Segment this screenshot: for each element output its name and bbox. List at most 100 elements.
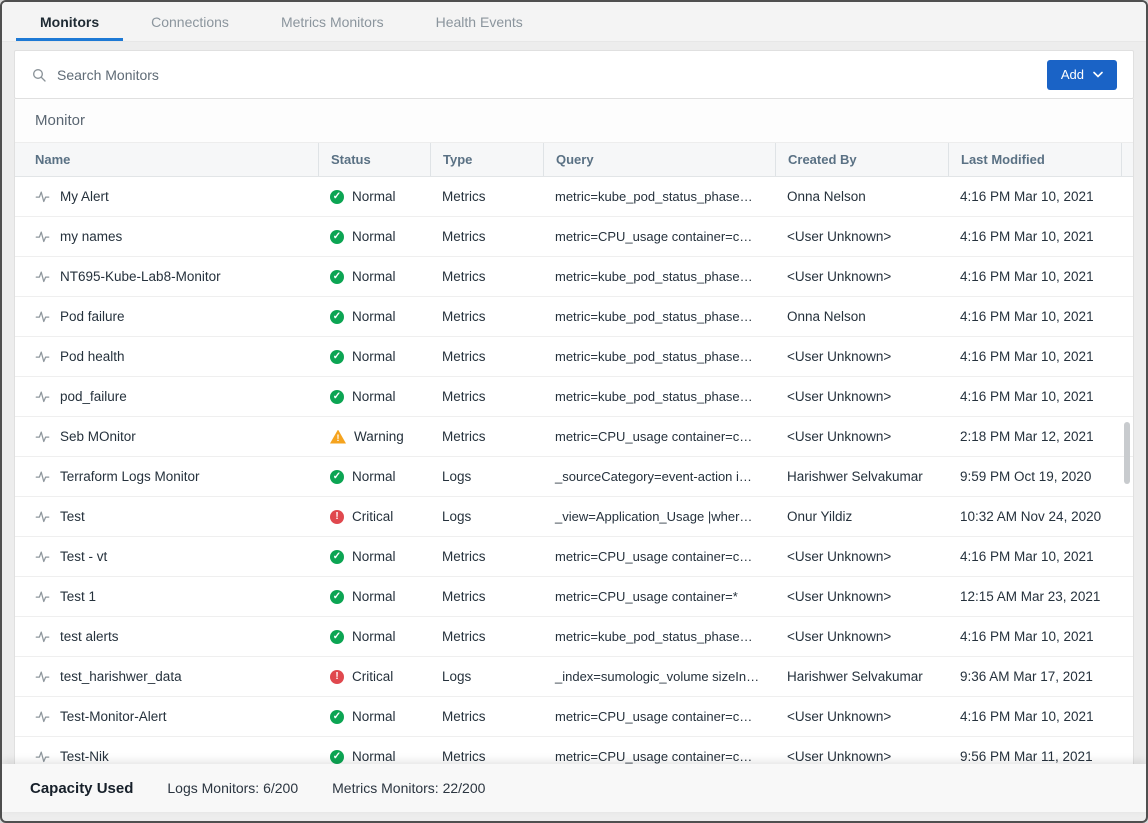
add-button-label: Add [1061,67,1084,82]
table-row[interactable]: test_harishwer_data ! Critical Logs _ind… [15,657,1133,697]
monitor-name-cell: Test-Monitor-Alert [15,697,318,736]
table-row[interactable]: Pod failure ✓ Normal Metrics metric=kube… [15,297,1133,337]
table-row[interactable]: NT695-Kube-Lab8-Monitor ✓ Normal Metrics… [15,257,1133,297]
tab-monitors-label: Monitors [40,14,99,30]
monitor-name: Pod health [60,349,125,364]
vertical-scrollbar-thumb[interactable] [1124,422,1130,484]
tab-connections[interactable]: Connections [125,2,255,41]
monitor-name: test alerts [60,629,119,644]
column-header-query[interactable]: Query [543,143,775,176]
monitor-type: Metrics [430,297,543,336]
monitor-created-by: Onna Nelson [775,177,948,216]
table-row[interactable]: test alerts ✓ Normal Metrics metric=kube… [15,617,1133,657]
status-label: Normal [352,309,396,324]
row-gutter [1121,577,1145,616]
monitor-query: metric=kube_pod_status_phase… [543,617,775,656]
table-row[interactable]: my names ✓ Normal Metrics metric=CPU_usa… [15,217,1133,257]
monitor-query: metric=CPU_usage container=* [543,577,775,616]
table-row[interactable]: My Alert ✓ Normal Metrics metric=kube_po… [15,177,1133,217]
status-icon: ! [330,430,346,444]
monitor-last-modified: 4:16 PM Mar 10, 2021 [948,337,1121,376]
table-row[interactable]: Test - vt ✓ Normal Metrics metric=CPU_us… [15,537,1133,577]
table-row[interactable]: Test-Monitor-Alert ✓ Normal Metrics metr… [15,697,1133,737]
monitor-name: Test 1 [60,589,96,604]
table-row[interactable]: Terraform Logs Monitor ✓ Normal Logs _so… [15,457,1133,497]
monitor-last-modified: 2:18 PM Mar 12, 2021 [948,417,1121,456]
monitor-name: Test-Monitor-Alert [60,709,167,724]
status-icon: ✓ [330,630,344,644]
monitor-status-cell: ✓ Normal [318,377,430,416]
status-icon: ✓ [330,750,344,764]
monitor-name: pod_failure [60,389,127,404]
monitor-query: metric=kube_pod_status_phase… [543,257,775,296]
section-title: Monitor [15,99,1133,143]
monitor-created-by: <User Unknown> [775,577,948,616]
table-row[interactable]: Pod health ✓ Normal Metrics metric=kube_… [15,337,1133,377]
monitor-name-cell: Pod health [15,337,318,376]
table-row[interactable]: Test 1 ✓ Normal Metrics metric=CPU_usage… [15,577,1133,617]
row-gutter [1121,257,1145,296]
monitor-created-by: Onna Nelson [775,297,948,336]
row-gutter [1121,697,1145,736]
monitor-activity-icon [35,709,50,724]
monitor-activity-icon [35,589,50,604]
add-button[interactable]: Add [1047,60,1117,90]
column-header-name[interactable]: Name [15,143,318,176]
monitor-name-cell: pod_failure [15,377,318,416]
monitor-last-modified: 4:16 PM Mar 10, 2021 [948,297,1121,336]
monitor-activity-icon [35,669,50,684]
monitor-last-modified: 9:36 AM Mar 17, 2021 [948,657,1121,696]
search-input[interactable] [57,67,1047,83]
monitor-created-by: <User Unknown> [775,417,948,456]
monitor-query: metric=CPU_usage container=c… [543,697,775,736]
monitor-type: Metrics [430,577,543,616]
column-header-type[interactable]: Type [430,143,543,176]
status-icon: ✓ [330,190,344,204]
column-header-created-by[interactable]: Created By [775,143,948,176]
monitor-type: Metrics [430,377,543,416]
tab-health-events[interactable]: Health Events [410,2,549,41]
monitor-status-cell: ! Warning [318,417,430,456]
monitor-type: Metrics [430,537,543,576]
monitor-last-modified: 4:16 PM Mar 10, 2021 [948,377,1121,416]
monitor-query: metric=CPU_usage container=c… [543,217,775,256]
column-header-status[interactable]: Status [318,143,430,176]
monitors-app-window: Monitors Connections Metrics Monitors He… [0,0,1148,823]
monitor-status-cell: ✓ Normal [318,577,430,616]
capacity-footer: Capacity Used Logs Monitors: 6/200 Metri… [2,764,1146,812]
monitor-type: Metrics [430,417,543,456]
monitor-activity-icon [35,189,50,204]
monitor-last-modified: 4:16 PM Mar 10, 2021 [948,177,1121,216]
search-toolbar: Add [14,50,1134,99]
monitor-type: Metrics [430,177,543,216]
monitor-name-cell: Pod failure [15,297,318,336]
status-icon: ✓ [330,390,344,404]
monitor-created-by: <User Unknown> [775,537,948,576]
tab-connections-label: Connections [151,14,229,30]
monitor-table-body: My Alert ✓ Normal Metrics metric=kube_po… [15,177,1133,777]
monitor-name: Test - vt [60,549,107,564]
monitor-query: metric=kube_pod_status_phase… [543,337,775,376]
status-icon: ✓ [330,270,344,284]
metrics-monitors-capacity: Metrics Monitors: 22/200 [332,780,485,796]
monitor-name-cell: Test - vt [15,537,318,576]
table-row[interactable]: Test ! Critical Logs _view=Application_U… [15,497,1133,537]
tab-metrics-monitors-label: Metrics Monitors [281,14,384,30]
capacity-used-label: Capacity Used [30,780,133,797]
status-label: Normal [352,749,396,764]
tab-monitors[interactable]: Monitors [14,2,125,41]
monitor-name-cell: My Alert [15,177,318,216]
row-gutter [1121,377,1145,416]
status-icon: ✓ [330,310,344,324]
tab-metrics-monitors[interactable]: Metrics Monitors [255,2,410,41]
monitor-type: Logs [430,497,543,536]
table-row[interactable]: pod_failure ✓ Normal Metrics metric=kube… [15,377,1133,417]
column-header-last-modified[interactable]: Last Modified [948,143,1121,176]
monitor-status-cell: ! Critical [318,497,430,536]
row-gutter [1121,497,1145,536]
monitor-created-by: <User Unknown> [775,217,948,256]
status-label: Normal [352,549,396,564]
monitor-type: Metrics [430,697,543,736]
monitor-activity-icon [35,469,50,484]
table-row[interactable]: Seb MOnitor ! Warning Metrics metric=CPU… [15,417,1133,457]
